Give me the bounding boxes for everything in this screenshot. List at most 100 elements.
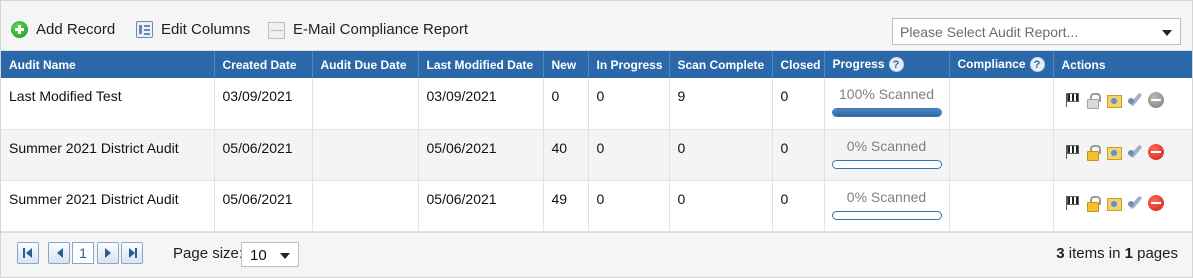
cell-scan-complete: 0 [669, 180, 773, 232]
cell-last-modified-date: 05/06/2021 [418, 129, 544, 181]
col-header-audit-name[interactable]: Audit Name [1, 51, 215, 78]
progress-bar [831, 108, 942, 117]
finish-flag-icon[interactable] [1064, 92, 1080, 108]
cell-closed: 0 [772, 129, 825, 181]
pager-info: 3 items in 1 pages [1056, 245, 1178, 262]
email-report-label: E-Mail Compliance Report [293, 20, 469, 38]
cell-progress: 0% Scanned [824, 129, 950, 181]
add-record-label: Add Record [36, 20, 116, 38]
progress-label: 100% Scanned [839, 86, 934, 102]
email-compliance-report-button[interactable]: E-Mail Compliance Report [268, 19, 468, 39]
chevron-down-icon [280, 253, 290, 259]
email-icon [268, 21, 285, 39]
first-page-button[interactable] [17, 242, 39, 264]
cell-closed: 0 [772, 78, 825, 130]
cell-audit-name: Summer 2021 District Audit [1, 129, 215, 181]
certificate-icon[interactable] [1106, 195, 1122, 211]
cell-created-date: 05/06/2021 [214, 180, 313, 232]
help-icon[interactable]: ? [888, 57, 904, 73]
pager: 1 Page size: 10 3 items in 1 pages [1, 232, 1192, 277]
cell-last-modified-date: 03/09/2021 [418, 78, 544, 130]
certificate-icon[interactable] [1106, 92, 1122, 108]
col-header-audit-due-date[interactable]: Audit Due Date [312, 51, 419, 78]
stop-icon[interactable] [1147, 194, 1164, 211]
cell-actions [1053, 180, 1193, 232]
table-row[interactable]: Last Modified Test 03/09/2021 03/09/2021 0 0… [1, 78, 1193, 130]
previous-page-button[interactable] [48, 242, 70, 264]
help-icon[interactable]: ? [1029, 57, 1045, 73]
table-row[interactable]: Summer 2021 District Audit 05/06/2021 05/0… [1, 180, 1193, 232]
stop-icon[interactable] [1147, 92, 1164, 108]
audit-grid: Add Record Edit Columns E-Mail Complianc… [0, 0, 1193, 278]
cell-audit-name: Summer 2021 District Audit [1, 180, 215, 232]
col-header-new[interactable]: New [543, 51, 589, 78]
finish-flag-icon[interactable] [1064, 144, 1080, 160]
cell-in-progress: 0 [588, 78, 670, 130]
page-size-value: 10 [250, 247, 267, 264]
cell-in-progress: 0 [588, 180, 670, 232]
table-row[interactable]: Summer 2021 District Audit 05/06/2021 05/0… [1, 129, 1193, 181]
cell-created-date: 03/09/2021 [214, 78, 313, 130]
cell-audit-due-date [312, 78, 419, 130]
next-page-button[interactable] [97, 242, 119, 264]
cell-progress: 100% Scanned [824, 78, 950, 130]
wrench-icon[interactable] [1127, 195, 1143, 211]
last-page-button[interactable] [121, 242, 143, 264]
wrench-icon[interactable] [1127, 92, 1143, 108]
col-header-last-modified-date[interactable]: Last Modified Date [418, 51, 544, 78]
cell-in-progress: 0 [588, 129, 670, 181]
pages-count: 1 [1124, 245, 1133, 262]
cell-compliance [949, 78, 1054, 130]
cell-compliance [949, 129, 1054, 181]
cell-progress: 0% Scanned [824, 180, 950, 232]
progress-label: 0% Scanned [846, 188, 927, 205]
items-count: 3 [1056, 245, 1065, 262]
stop-icon[interactable] [1147, 143, 1164, 160]
cell-compliance [949, 180, 1054, 232]
col-header-created-date[interactable]: Created Date [214, 51, 313, 78]
audit-report-select[interactable]: Please Select Audit Report... [892, 18, 1181, 45]
lock-icon[interactable] [1085, 195, 1101, 212]
finish-flag-icon[interactable] [1064, 195, 1080, 211]
row-actions [1064, 194, 1193, 212]
cell-last-modified-date: 05/06/2021 [418, 180, 544, 232]
cell-closed: 0 [772, 180, 825, 232]
cell-new: 0 [543, 78, 589, 130]
items-text: items in [1064, 245, 1125, 262]
edit-columns-label: Edit Columns [161, 20, 251, 38]
add-icon [11, 20, 28, 38]
cell-audit-due-date [312, 129, 419, 181]
progress-bar [831, 159, 942, 169]
pages-text: pages [1132, 245, 1178, 262]
table-header-row: Audit Name Created Date Audit Due Date L… [1, 51, 1192, 78]
certificate-icon[interactable] [1106, 144, 1122, 160]
cell-scan-complete: 9 [669, 78, 773, 130]
row-actions [1064, 143, 1193, 161]
cell-audit-name: Last Modified Test [1, 78, 215, 130]
col-header-actions: Actions [1053, 51, 1192, 78]
cell-new: 49 [543, 180, 589, 232]
progress-label: 0% Scanned [846, 137, 927, 154]
edit-columns-button[interactable]: Edit Columns [136, 19, 250, 39]
add-record-button[interactable]: Add Record [11, 19, 115, 39]
lock-icon[interactable] [1085, 144, 1101, 161]
cell-scan-complete: 0 [669, 129, 773, 181]
col-header-scan-complete[interactable]: Scan Complete [669, 51, 773, 78]
current-page-button[interactable]: 1 [72, 242, 94, 264]
cell-created-date: 05/06/2021 [214, 129, 313, 181]
wrench-icon[interactable] [1127, 144, 1143, 160]
page-size-select[interactable]: 10 [241, 242, 299, 267]
lock-icon[interactable] [1085, 92, 1101, 109]
chevron-down-icon [1162, 30, 1172, 36]
col-header-closed[interactable]: Closed [772, 51, 825, 78]
col-header-compliance[interactable]: Compliance? [949, 51, 1054, 78]
page-size-label: Page size: [173, 245, 244, 262]
col-header-progress[interactable]: Progress? [824, 51, 950, 78]
progress-bar-fill [832, 109, 941, 116]
cell-actions [1053, 78, 1193, 130]
audit-report-placeholder: Please Select Audit Report... [900, 24, 1079, 40]
cell-audit-due-date [312, 180, 419, 232]
row-actions [1064, 92, 1193, 109]
col-header-in-progress[interactable]: In Progress [588, 51, 670, 78]
cell-actions [1053, 129, 1193, 181]
